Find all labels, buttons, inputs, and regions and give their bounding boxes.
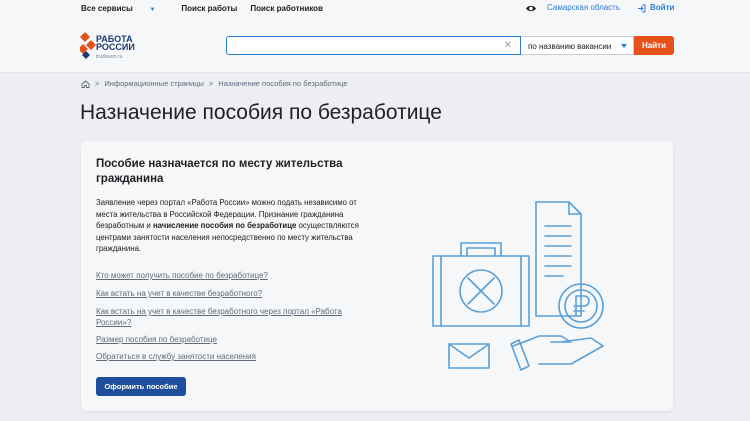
breadcrumb-separator: > <box>95 79 100 88</box>
logo-subtitle: trudvsem.ru <box>96 54 123 60</box>
logo-text[interactable]: РАБОТА РОССИИ <box>96 35 135 52</box>
chevron-down-icon: ▼ <box>147 7 156 13</box>
chevron-down-icon <box>621 44 627 48</box>
logo-icon[interactable] <box>80 32 96 59</box>
login-link[interactable]: Войти <box>650 3 674 12</box>
info-card: Пособие назначается по месту жительства … <box>81 141 673 411</box>
breadcrumb: > Информационные страницы > Назначение п… <box>81 79 348 88</box>
link-contact-employment-service[interactable]: Обратиться в службу занятости населения <box>96 352 366 363</box>
link-how-register[interactable]: Как встать на учет в качестве безработно… <box>96 289 366 300</box>
top-nav-links: Все сервисы ▼ Поиск работы Поиск работни… <box>81 4 336 13</box>
eye-icon[interactable] <box>525 4 537 13</box>
link-how-register-portal[interactable]: Как встать на учет в качестве безработно… <box>96 307 366 328</box>
apply-benefit-button[interactable]: Оформить пособие <box>96 377 186 396</box>
find-job-link[interactable]: Поиск работы <box>181 4 237 13</box>
breadcrumb-item-info[interactable]: Информационные страницы <box>104 79 204 88</box>
region-selector[interactable]: Самарская область <box>547 3 620 12</box>
home-icon[interactable] <box>81 79 90 88</box>
breadcrumb-separator: > <box>208 79 214 88</box>
login-icon <box>638 4 646 13</box>
document-icon <box>535 201 582 317</box>
search-mode-select[interactable]: по названию вакансии <box>521 36 634 55</box>
benefit-illustration <box>432 201 604 371</box>
search-button[interactable]: Найти <box>634 36 674 55</box>
search-mode-label: по названию вакансии <box>528 42 612 51</box>
page-title: Назначение пособия по безработице <box>80 101 442 124</box>
all-services-menu[interactable]: Все сервисы ▼ <box>81 4 168 13</box>
desc-text-bold: начисление пособия по безработице <box>152 221 297 230</box>
top-nav: Все сервисы ▼ Поиск работы Поиск работни… <box>0 0 750 17</box>
card-title: Пособие назначается по месту жительства … <box>96 158 343 185</box>
logo-line2: РОССИИ <box>96 42 135 52</box>
link-who-can-get[interactable]: Кто может получить пособие по безработиц… <box>96 271 366 282</box>
clear-icon[interactable]: ✕ <box>504 40 512 51</box>
link-benefit-amount[interactable]: Размер пособия по безработице <box>96 335 366 346</box>
site-header: РАБОТА РОССИИ trudvsem.ru ✕ по названию … <box>0 17 750 73</box>
breadcrumb-item-current: Назначение пособия по безработице <box>218 79 348 88</box>
find-workers-link[interactable]: Поиск работников <box>250 4 323 13</box>
search-input[interactable]: ✕ <box>226 36 521 55</box>
card-description: Заявление через портал «Работа России» м… <box>96 197 376 255</box>
all-services-label: Все сервисы <box>81 4 133 13</box>
